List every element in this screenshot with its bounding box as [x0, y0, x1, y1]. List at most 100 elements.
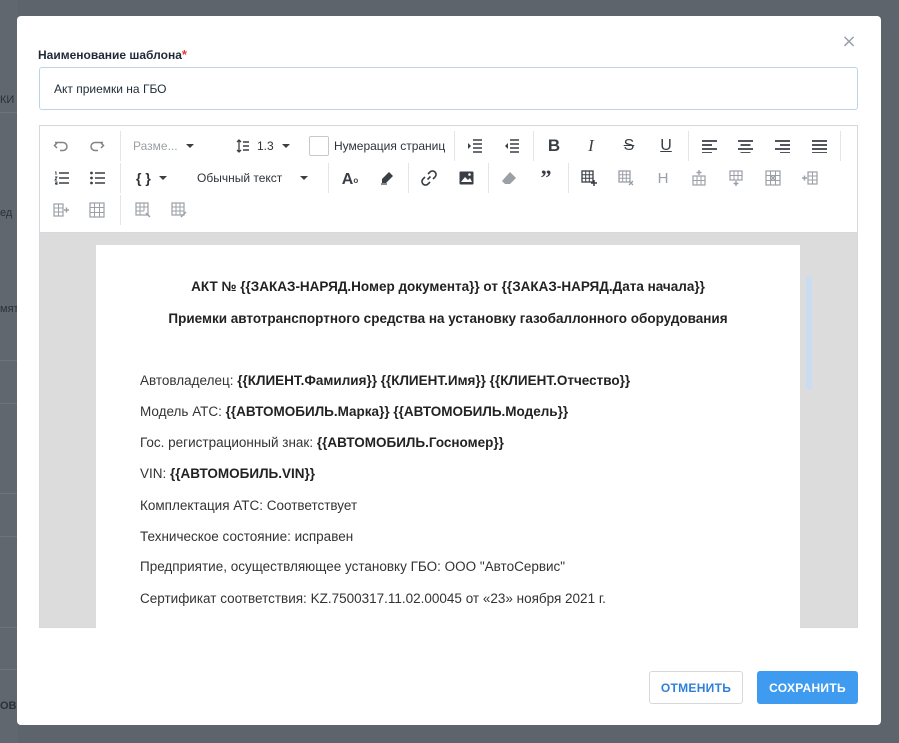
editor-toolbar: Разме... 1.3 Нумерация страниц B I S U {…	[40, 126, 857, 233]
page-numbering-checkbox[interactable]	[309, 136, 329, 156]
rich-text-editor: Разме... 1.3 Нумерация страниц B I S U {…	[39, 125, 858, 629]
template-name-input[interactable]	[39, 67, 858, 110]
line-value: {{КЛИЕНТ.Фамилия}} {{КЛИЕНТ.Имя}} {{КЛИЕ…	[237, 373, 631, 388]
document-line: Комплектация АТС: Соответствует	[140, 498, 357, 513]
heading-icon[interactable]: H	[652, 166, 674, 190]
toolbar-separator	[568, 163, 569, 193]
table-col-delete-icon[interactable]	[86, 198, 108, 222]
chevron-down-icon	[281, 144, 290, 148]
line-label: Предприятие, осуществляющее установку ГБ…	[140, 559, 566, 574]
line-label: Техническое состояние: исправен	[140, 529, 354, 544]
font-color-icon[interactable]: Ao	[338, 168, 362, 192]
toolbar-separator	[688, 131, 689, 161]
background-fragment: мят	[0, 303, 19, 315]
background-divider	[0, 669, 18, 670]
font-size-select[interactable]: Разме...	[133, 134, 209, 158]
cancel-button[interactable]: ОТМЕНИТЬ	[649, 671, 743, 704]
toolbar-separator	[120, 131, 121, 161]
highlight-icon[interactable]	[376, 166, 398, 190]
align-justify-icon[interactable]	[808, 134, 830, 158]
chevron-down-icon	[158, 176, 167, 180]
line-height-icon	[236, 139, 249, 153]
editor-scrollbar[interactable]	[806, 276, 812, 390]
line-value: {{АВТОМОБИЛЬ.VIN}}	[170, 466, 316, 481]
line-label: VIN:	[140, 466, 171, 481]
table-row-above-icon[interactable]	[688, 166, 710, 190]
background-fragment: ОВ	[0, 700, 17, 712]
bullet-list-icon[interactable]	[86, 166, 108, 190]
template-variables-select[interactable]: { }	[136, 166, 176, 190]
page-numbering-toggle[interactable]: Нумерация страниц	[309, 134, 451, 158]
chevron-down-icon	[185, 144, 194, 148]
toolbar-separator	[840, 131, 841, 161]
indent-increase-icon[interactable]	[501, 134, 523, 158]
table-delete-icon[interactable]	[615, 166, 637, 190]
close-icon[interactable]: ×	[841, 33, 857, 51]
line-label: Гос. регистрационный знак:	[140, 435, 317, 450]
table-col-after-icon[interactable]	[50, 198, 72, 222]
background-divider	[0, 403, 18, 404]
toolbar-separator	[120, 163, 121, 193]
redo-icon[interactable]	[86, 134, 108, 158]
background-fragment: КИ	[0, 94, 15, 106]
document-page[interactable]: АКТ № {{ЗАКАЗ-НАРЯД.Номер документа}} от…	[96, 245, 800, 629]
toolbar-separator	[533, 131, 534, 161]
table-row-delete-icon[interactable]	[762, 166, 784, 190]
document-line: Модель АТС: {{АВТОМОБИЛЬ.Марка}} {{АВТОМ…	[140, 404, 568, 419]
background-fragment: ед	[0, 207, 13, 219]
line-label: Модель АТС:	[140, 404, 226, 419]
template-modal: × Наименование шаблона* Разме... 1.3 Нум…	[17, 16, 881, 725]
table-row-below-icon[interactable]	[725, 166, 747, 190]
document-title: АКТ № {{ЗАКАЗ-НАРЯД.Номер документа}} от…	[191, 279, 705, 294]
template-name-label-text: Наименование шаблона	[38, 48, 182, 62]
line-label: Автовладелец:	[140, 373, 238, 388]
toolbar-separator	[454, 131, 455, 161]
line-label: Сертификат соответствия: KZ.7500317.11.0…	[140, 591, 606, 606]
ordered-list-icon[interactable]	[50, 166, 72, 190]
link-icon[interactable]	[418, 166, 440, 190]
line-value: {{АВТОМОБИЛЬ.Марка}} {{АВТОМОБИЛЬ.Модель…	[225, 404, 569, 419]
font-size-label: Разме...	[133, 139, 178, 153]
strikethrough-icon[interactable]: S	[618, 134, 640, 158]
save-button[interactable]: СОХРАНИТЬ	[757, 671, 858, 704]
background-divider	[0, 493, 18, 494]
bold-icon[interactable]: B	[543, 134, 565, 158]
font-color-dot: o	[353, 175, 359, 185]
italic-icon[interactable]: I	[580, 134, 602, 158]
line-height-select[interactable]: 1.3	[236, 134, 296, 158]
background-divider	[0, 112, 18, 113]
required-mark: *	[181, 47, 187, 62]
document-line: Техническое состояние: исправен	[140, 529, 353, 544]
quote-icon[interactable]: ”	[535, 166, 557, 190]
undo-icon[interactable]	[50, 134, 72, 158]
toolbar-separator	[408, 163, 409, 193]
line-value: {{АВТОМОБИЛЬ.Госномер}}	[316, 435, 504, 450]
toolbar-separator	[488, 163, 489, 193]
template-name-label: Наименование шаблона*	[38, 47, 187, 62]
document-line: Гос. регистрационный знак: {{АВТОМОБИЛЬ.…	[140, 435, 504, 450]
eraser-icon[interactable]	[498, 166, 520, 190]
background-divider	[0, 360, 18, 361]
document-line: VIN: {{АВТОМОБИЛЬ.VIN}}	[140, 466, 315, 481]
image-icon[interactable]	[455, 166, 477, 190]
paragraph-style-select[interactable]: Обычный текст	[197, 166, 317, 190]
table-insert-icon[interactable]	[578, 166, 600, 190]
background-divider	[0, 627, 18, 628]
align-center-icon[interactable]	[734, 134, 756, 158]
toolbar-separator	[328, 163, 329, 193]
align-right-icon[interactable]	[771, 134, 793, 158]
braces-icon: { }	[136, 170, 151, 186]
page-numbering-label: Нумерация страниц	[334, 139, 446, 153]
underline-icon[interactable]: U	[655, 134, 677, 158]
table-props-icon[interactable]	[168, 198, 190, 222]
table-merge-icon[interactable]	[132, 198, 154, 222]
document-line: Предприятие, осуществляющее установку ГБ…	[140, 559, 565, 574]
table-col-before-icon[interactable]	[799, 166, 821, 190]
line-label: Комплектация АТС: Соответствует	[140, 498, 358, 513]
toolbar-separator	[120, 195, 121, 225]
align-left-icon[interactable]	[698, 134, 720, 158]
paragraph-style-label: Обычный текст	[197, 171, 283, 185]
indent-decrease-icon[interactable]	[464, 134, 486, 158]
chevron-down-icon	[300, 176, 309, 180]
background-divider	[0, 536, 18, 537]
